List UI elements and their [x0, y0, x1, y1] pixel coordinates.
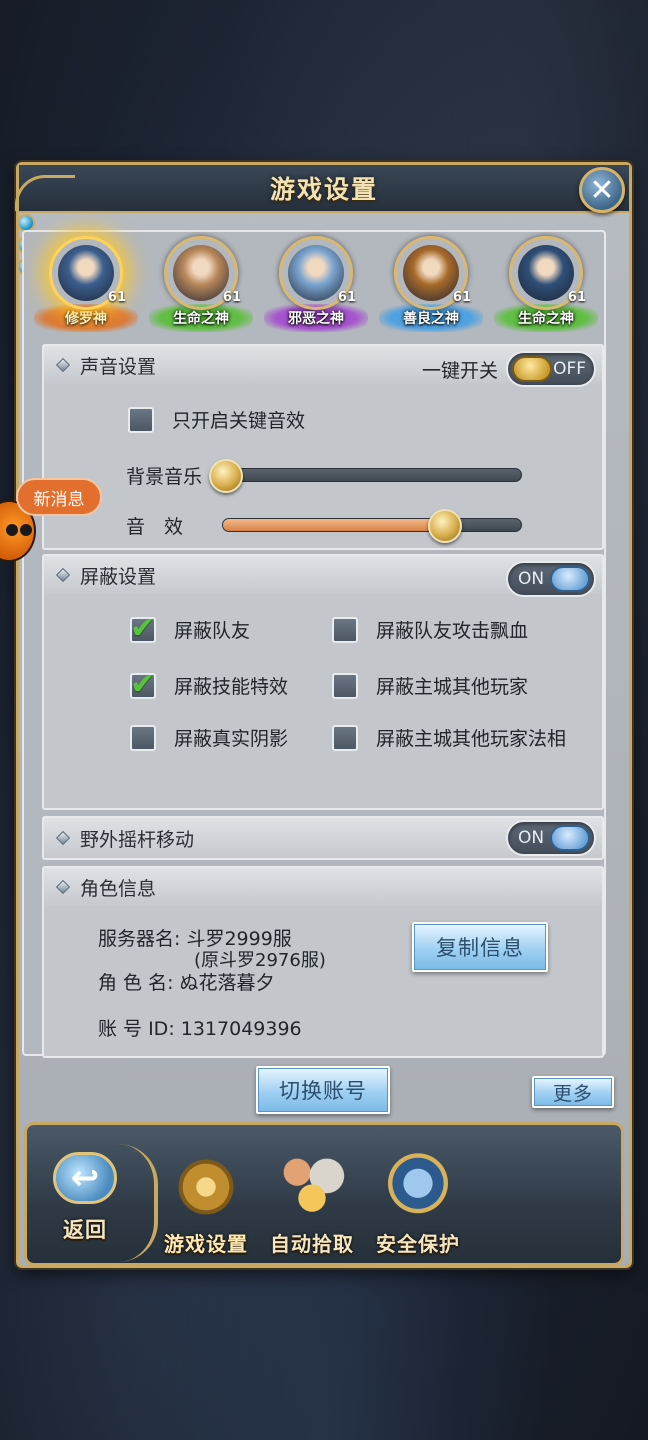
block-city-players-checkbox[interactable]: 屏蔽主城其他玩家 — [332, 672, 528, 699]
dialog-title: 游戏设置 — [269, 175, 378, 204]
close-button[interactable]: ✕ — [579, 167, 625, 213]
hero-portrait: 61 — [394, 236, 471, 310]
hero-portrait: 61 — [49, 236, 126, 310]
hero-level: 61 — [222, 290, 241, 305]
back-arrow-icon: ↩ — [53, 1152, 117, 1204]
back-label: 返回 — [63, 1218, 107, 1242]
checkbox-box — [128, 406, 154, 433]
sound-settings-section: 声音设置 一键开关 OFF 只开启关键音效 背景音乐 音 效 — [42, 344, 604, 550]
diamond-icon — [55, 567, 71, 583]
role-info-section: 角色信息 服务器名: 斗罗2999服 (原斗罗2976服) 角 色 名: ぬ花落… — [42, 866, 604, 1058]
toggle-knob — [512, 356, 552, 382]
shield-lock-icon — [381, 1150, 455, 1224]
nav-game-settings[interactable]: 游戏设置 — [156, 1150, 256, 1260]
more-button[interactable]: 更多 — [532, 1076, 614, 1108]
diamond-icon — [55, 879, 71, 895]
checkbox-label: 屏蔽队友攻击飘血 — [376, 620, 529, 642]
diamond-icon — [55, 830, 71, 846]
block-skill-effects-checkbox[interactable]: ✔ 屏蔽技能特效 — [130, 667, 289, 702]
checkbox-label: 屏蔽技能特效 — [174, 676, 289, 698]
hero-item-3[interactable]: 61 善良之神 — [375, 232, 487, 336]
bgm-label: 背景音乐 — [126, 466, 203, 488]
toggle-state: ON — [518, 828, 545, 848]
nav-label: 游戏设置 — [164, 1232, 248, 1256]
section-title: 角色信息 — [80, 877, 157, 900]
block-city-player-avatar-checkbox[interactable]: 屏蔽主城其他玩家法相 — [332, 724, 566, 751]
joystick-section: 野外摇杆移动 ON — [42, 816, 604, 860]
section-title: 声音设置 — [80, 355, 157, 378]
checkbox-label: 屏蔽主城其他玩家 — [376, 676, 529, 698]
checkbox-label: 屏蔽队友 — [174, 620, 251, 642]
slider-handle[interactable] — [428, 509, 462, 543]
toggle-state: ON — [518, 569, 545, 589]
copy-info-button[interactable]: 复制信息 — [412, 922, 548, 972]
check-icon: ✔ — [130, 666, 156, 702]
bgm-slider[interactable] — [209, 459, 522, 493]
checkbox-box — [332, 724, 358, 751]
switch-account-button[interactable]: 切换账号 — [256, 1066, 390, 1114]
checkbox-box — [332, 616, 358, 643]
onekey-label: 一键开关 — [421, 360, 498, 382]
block-teammates-checkbox[interactable]: ✔ 屏蔽队友 — [130, 611, 251, 646]
hero-item-4[interactable]: 61 生命之神 — [490, 232, 602, 336]
hero-portrait: 61 — [509, 236, 586, 310]
block-toggle[interactable]: ON — [506, 561, 596, 597]
account-id: 账 号 ID: 1317049396 — [98, 1018, 302, 1040]
section-title: 野外摇杆移动 — [80, 828, 195, 851]
sfx-slider[interactable] — [222, 509, 522, 543]
checkbox-label: 屏蔽真实阴影 — [174, 728, 289, 750]
checkbox-label: 屏蔽主城其他玩家法相 — [376, 728, 567, 750]
hero-level: 61 — [107, 290, 126, 305]
hero-level: 61 — [567, 290, 586, 305]
checkbox-box — [332, 672, 358, 699]
hero-item-2[interactable]: 61 邪恶之神 — [260, 232, 372, 336]
sfx-label: 音 效 — [126, 516, 184, 538]
toggle-state: OFF — [553, 359, 586, 379]
checkbox-box — [130, 724, 156, 751]
nav-auto-pickup[interactable]: 自动拾取 — [262, 1150, 362, 1260]
gear-icon — [169, 1150, 243, 1224]
hero-level: 61 — [337, 290, 356, 305]
dialog-title-bar: 游戏设置 — [19, 165, 629, 213]
nav-security[interactable]: 安全保护 — [368, 1150, 468, 1260]
joystick-toggle[interactable]: ON — [506, 820, 596, 856]
key-sound-only-checkbox[interactable]: 只开启关键音效 — [128, 406, 305, 433]
slider-fill — [223, 519, 447, 531]
hero-item-1[interactable]: 61 生命之神 — [145, 232, 257, 336]
sound-master-toggle[interactable]: OFF — [506, 351, 596, 387]
new-message-bubble[interactable]: 新消息 — [16, 478, 102, 516]
checkbox-label: 只开启关键音效 — [172, 410, 306, 432]
checkbox-box: ✔ — [130, 667, 156, 702]
block-teammate-damage-checkbox[interactable]: 屏蔽队友攻击飘血 — [332, 616, 528, 643]
check-icon: ✔ — [130, 610, 156, 646]
hero-level: 61 — [452, 290, 471, 305]
toggle-knob — [550, 825, 590, 851]
checkbox-box: ✔ — [130, 611, 156, 646]
section-header: 角色信息 — [44, 868, 602, 906]
coin-bag-icon — [275, 1150, 349, 1224]
back-button[interactable]: ↩ 返回 — [40, 1152, 130, 1252]
section-title: 屏蔽设置 — [80, 565, 157, 588]
nav-label: 安全保护 — [376, 1232, 460, 1256]
diamond-icon — [55, 357, 71, 373]
hero-portrait: 61 — [164, 236, 241, 310]
hero-portrait: 61 — [279, 236, 356, 310]
slider-handle[interactable] — [209, 459, 243, 493]
nav-label: 自动拾取 — [270, 1232, 354, 1256]
hero-item-0[interactable]: 61 修罗神 — [30, 232, 142, 336]
role-name: 角 色 名: ぬ花落暮夕 — [98, 972, 275, 994]
close-icon: ✕ — [589, 172, 615, 208]
toggle-knob — [550, 566, 590, 592]
hero-list: 61 修罗神 61 生命之神 61 邪恶之神 61 善良之神 61 生命之神 — [30, 232, 618, 336]
block-real-shadow-checkbox[interactable]: 屏蔽真实阴影 — [130, 724, 288, 751]
block-settings-section: 屏蔽设置 ON ✔ 屏蔽队友 屏蔽队友攻击飘血 ✔ 屏蔽技能特效 屏蔽主城其他玩… — [42, 554, 604, 810]
